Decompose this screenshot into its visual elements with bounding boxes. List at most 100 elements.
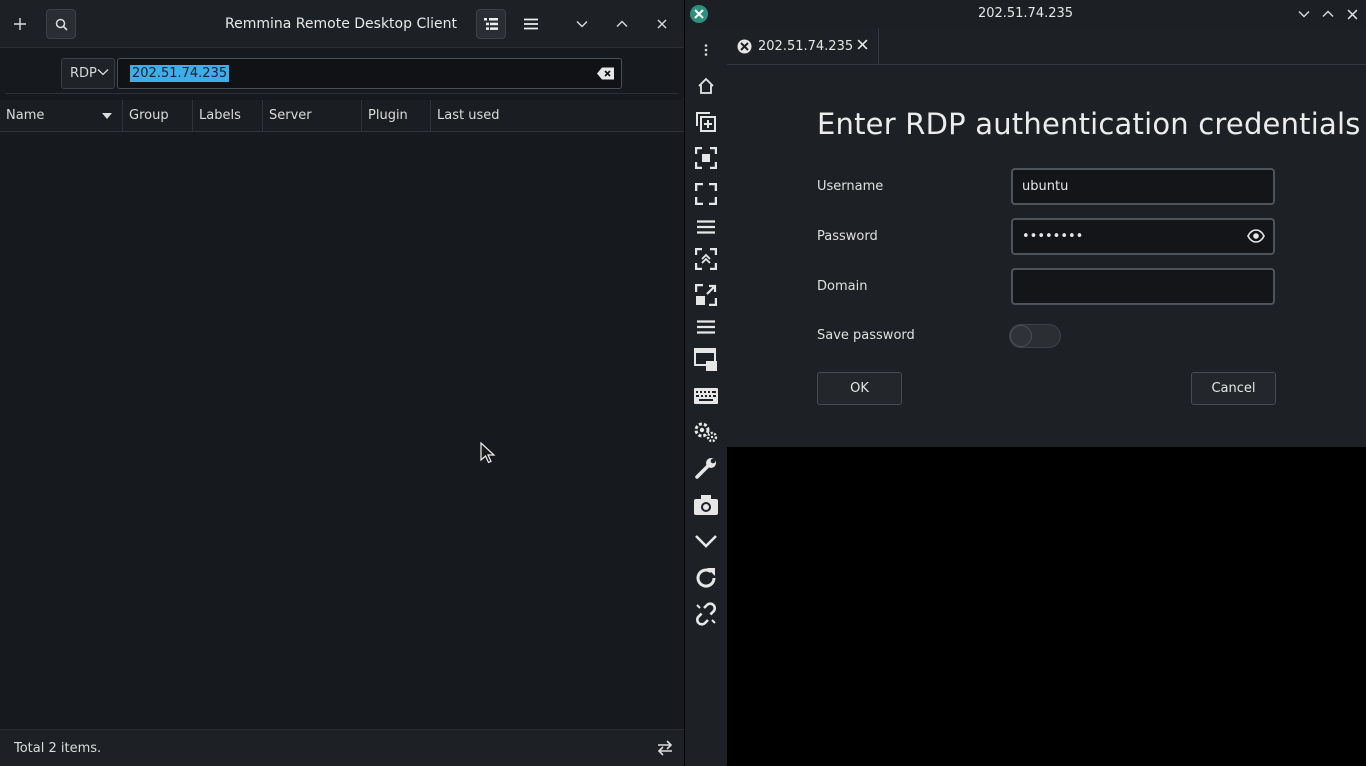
list-view-icon bbox=[484, 18, 498, 30]
screenshot-icon bbox=[694, 495, 718, 515]
column-header-plugin[interactable]: Plugin bbox=[362, 100, 431, 132]
menu-icon bbox=[697, 320, 715, 334]
toolbar-menu-button[interactable] bbox=[693, 214, 719, 240]
connection-title-bar: 202.51.74.235 bbox=[685, 0, 1366, 28]
quick-connect-input[interactable]: 202.51.74.235 bbox=[117, 58, 622, 89]
toolbar-minimize-button[interactable] bbox=[693, 528, 719, 554]
menu-icon bbox=[697, 220, 715, 234]
column-label: Group bbox=[129, 108, 169, 123]
username-label: Username bbox=[817, 179, 884, 194]
remmina-app-icon bbox=[690, 5, 708, 23]
search-button[interactable] bbox=[46, 9, 76, 39]
chevron-down-icon bbox=[97, 69, 109, 76]
disconnect-icon bbox=[695, 602, 717, 626]
header-bar: Remmina Remote Desktop Client bbox=[0, 0, 684, 48]
auth-heading: Enter RDP authentication credentials bbox=[817, 107, 1361, 141]
maximize-button[interactable] bbox=[607, 9, 637, 39]
main-menu-button[interactable] bbox=[516, 9, 546, 39]
domain-label: Domain bbox=[817, 279, 868, 294]
add-connection-button[interactable] bbox=[5, 9, 35, 39]
connection-tab-bar: 202.51.74.235 bbox=[727, 28, 1366, 65]
toolbar-fullscreen-button[interactable] bbox=[693, 181, 719, 207]
auth-panel: Enter RDP authentication credentials Use… bbox=[727, 65, 1366, 447]
password-label: Password bbox=[817, 229, 878, 244]
toolbar-home-button[interactable] bbox=[693, 73, 719, 99]
column-header-group[interactable]: Group bbox=[123, 100, 193, 132]
protocol-value: RDP bbox=[70, 66, 97, 81]
fullscreen-icon bbox=[695, 183, 717, 205]
close-button[interactable] bbox=[1344, 6, 1360, 22]
save-password-label: Save password bbox=[817, 328, 915, 343]
toolbar-multi-monitor-button[interactable] bbox=[693, 347, 719, 373]
toolbar-keyboard-button[interactable] bbox=[693, 383, 719, 409]
switch-view-icon[interactable] bbox=[656, 740, 674, 756]
toolbar-screenshot-button[interactable] bbox=[693, 492, 719, 518]
close-tab-icon[interactable] bbox=[857, 39, 868, 50]
column-label: Plugin bbox=[368, 108, 408, 123]
minimize-button[interactable] bbox=[567, 9, 597, 39]
toolbar-duplicate-button[interactable] bbox=[693, 109, 719, 135]
minimize-button[interactable] bbox=[1296, 6, 1312, 22]
reconnect-icon bbox=[696, 568, 716, 588]
sort-descending-icon bbox=[102, 113, 112, 119]
ok-button[interactable]: OK bbox=[817, 372, 902, 405]
password-field[interactable]: •••••••• bbox=[1011, 218, 1275, 255]
tools-icon bbox=[695, 458, 716, 479]
toolbar-menu-button[interactable] bbox=[693, 314, 719, 340]
minimize-icon bbox=[576, 21, 588, 28]
column-header-name[interactable]: Name bbox=[0, 100, 123, 132]
keyboard-icon bbox=[694, 388, 718, 404]
column-header-labels[interactable]: Labels bbox=[193, 100, 263, 132]
cancel-button[interactable]: Cancel bbox=[1191, 372, 1276, 405]
status-text: Total 2 items. bbox=[14, 741, 102, 756]
column-header-last-used[interactable]: Last used bbox=[431, 100, 684, 132]
protocol-selector[interactable]: RDP bbox=[61, 58, 115, 89]
tab-label: 202.51.74.235 bbox=[758, 38, 854, 54]
domain-field[interactable] bbox=[1011, 268, 1275, 305]
multi-monitor-icon bbox=[694, 348, 717, 371]
tab-connection[interactable]: 202.51.74.235 bbox=[727, 28, 879, 64]
clear-input-icon[interactable] bbox=[597, 66, 615, 81]
add-icon bbox=[14, 18, 26, 30]
close-button[interactable] bbox=[647, 9, 677, 39]
status-bar: Total 2 items. bbox=[0, 729, 684, 766]
save-password-toggle[interactable] bbox=[1009, 324, 1061, 348]
toolbar-scaled-button[interactable] bbox=[693, 282, 719, 308]
search-icon bbox=[55, 18, 68, 31]
toolbar-more-button[interactable] bbox=[693, 37, 719, 63]
username-value: ubuntu bbox=[1022, 179, 1069, 194]
quick-connect-bar: RDP 202.51.74.235 bbox=[0, 48, 684, 98]
dynamic-resolution-icon bbox=[695, 248, 717, 270]
toolbar-reconnect-button[interactable] bbox=[693, 565, 719, 591]
list-view-button[interactable] bbox=[476, 9, 506, 39]
connection-list[interactable] bbox=[0, 132, 684, 729]
username-field[interactable]: ubuntu bbox=[1011, 168, 1275, 205]
toolbar-dynamic-resolution-button[interactable] bbox=[693, 246, 719, 272]
divider bbox=[5, 93, 678, 94]
maximize-button[interactable] bbox=[1320, 6, 1336, 22]
close-icon bbox=[1347, 9, 1357, 19]
toolbar-tools-button[interactable] bbox=[693, 455, 719, 481]
column-header-server[interactable]: Server bbox=[263, 100, 362, 132]
close-icon bbox=[657, 19, 667, 29]
connection-toolbar bbox=[685, 28, 727, 766]
chevron-down-icon bbox=[695, 535, 717, 548]
scaled-icon bbox=[695, 284, 717, 306]
column-header-row: Name Group Labels Server Plugin Last use… bbox=[0, 100, 684, 132]
more-vertical-icon bbox=[704, 44, 708, 56]
toolbar-preferences-button[interactable] bbox=[693, 419, 719, 445]
server-input-value: 202.51.74.235 bbox=[130, 65, 230, 82]
column-label: Labels bbox=[199, 108, 241, 123]
toolbar-fit-window-button[interactable] bbox=[693, 145, 719, 171]
show-password-icon[interactable] bbox=[1247, 229, 1265, 243]
minimize-icon bbox=[1298, 11, 1310, 18]
menu-icon bbox=[524, 18, 538, 30]
connection-window: 202.51.74.235 202.51.74.235 Enter RDP au… bbox=[685, 0, 1366, 766]
column-label: Last used bbox=[437, 108, 500, 123]
toolbar-disconnect-button[interactable] bbox=[693, 601, 719, 627]
column-label: Name bbox=[6, 108, 45, 123]
toggle-knob bbox=[1010, 325, 1032, 347]
duplicate-icon bbox=[696, 112, 716, 132]
password-value: •••••••• bbox=[1022, 229, 1084, 244]
remmina-main-window: Remmina Remote Desktop Client RDP 202.51… bbox=[0, 0, 684, 766]
